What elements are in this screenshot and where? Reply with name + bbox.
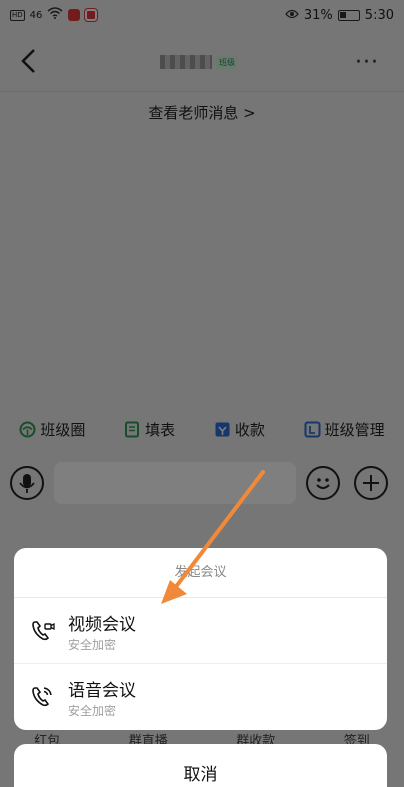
- option-subtitle: 安全加密: [68, 704, 117, 718]
- voice-meeting-option[interactable]: 语音会议 安全加密: [14, 664, 387, 730]
- video-call-icon: [30, 618, 56, 644]
- option-label: 语音会议: [68, 681, 136, 701]
- option-label: 视频会议: [68, 615, 136, 635]
- cancel-button[interactable]: 取消: [14, 744, 387, 787]
- sheet-title: 发起会议: [14, 548, 387, 598]
- video-meeting-option[interactable]: 视频会议 安全加密: [14, 598, 387, 664]
- option-subtitle: 安全加密: [68, 638, 117, 652]
- voice-call-icon: [30, 684, 56, 710]
- start-meeting-sheet: 发起会议 视频会议 安全加密 语音会议 安全加密: [14, 548, 387, 730]
